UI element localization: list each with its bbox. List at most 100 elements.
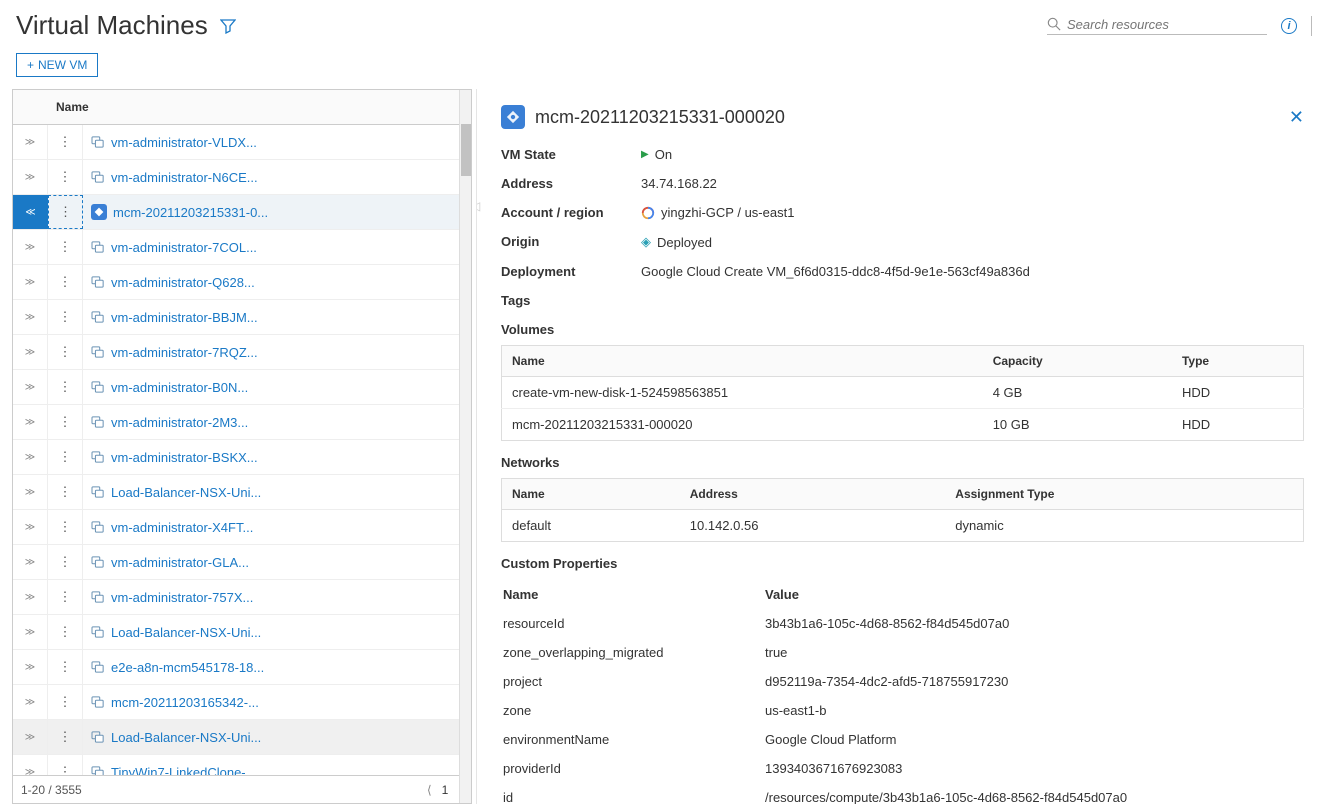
row-name-link[interactable]: vm-administrator-X4FT... — [83, 520, 471, 535]
row-name-link[interactable]: TinyWin7-LinkedClone-... — [83, 765, 471, 776]
row-name-link[interactable]: vm-administrator-GLA... — [83, 555, 471, 570]
table-row[interactable]: ≫ vm-administrator-VLDX... — [13, 125, 471, 160]
expand-toggle[interactable]: ≫ — [13, 650, 48, 684]
row-menu-button[interactable] — [48, 650, 83, 684]
row-name-link[interactable]: vm-administrator-7COL... — [83, 240, 471, 255]
table-row[interactable]: ≪ mcm-20211203215331-0... — [13, 195, 471, 230]
row-menu-button[interactable] — [48, 545, 83, 579]
expand-toggle[interactable]: ≫ — [13, 580, 48, 614]
scrollbar-thumb[interactable] — [461, 124, 471, 176]
row-name-link[interactable]: vm-administrator-7RQZ... — [83, 345, 471, 360]
row-menu-button[interactable] — [48, 510, 83, 544]
row-menu-button[interactable] — [48, 405, 83, 439]
prop-row: zoneus-east1-b — [503, 697, 1302, 724]
close-icon[interactable]: ✕ — [1289, 107, 1304, 128]
row-name-link[interactable]: e2e-a8n-mcm545178-18... — [83, 660, 471, 675]
expand-toggle[interactable]: ≫ — [13, 265, 48, 299]
row-menu-button[interactable] — [48, 685, 83, 719]
table-row[interactable]: ≫ vm-administrator-BSKX... — [13, 440, 471, 475]
row-name-link[interactable]: vm-administrator-BSKX... — [83, 450, 471, 465]
table-row[interactable]: ≫ vm-administrator-GLA... — [13, 545, 471, 580]
table-row[interactable]: ≫ Load-Balancer-NSX-Uni... — [13, 615, 471, 650]
expand-toggle[interactable]: ≫ — [13, 510, 48, 544]
expand-toggle[interactable]: ≫ — [13, 615, 48, 649]
vol-col-type[interactable]: Type — [1172, 346, 1304, 377]
table-row[interactable]: ≫ mcm-20211203165342-... — [13, 685, 471, 720]
table-row[interactable]: ≫ vm-administrator-BBJM... — [13, 300, 471, 335]
row-menu-button[interactable] — [48, 160, 83, 194]
row-menu-button[interactable] — [48, 125, 83, 159]
expand-toggle[interactable]: ≫ — [13, 720, 48, 754]
search-input[interactable] — [1067, 17, 1267, 32]
table-row[interactable]: ≫ TinyWin7-LinkedClone-... — [13, 755, 471, 775]
net-col-address[interactable]: Address — [680, 479, 946, 510]
column-header-name[interactable]: Name — [48, 100, 89, 114]
row-menu-button[interactable] — [48, 580, 83, 614]
row-name-link[interactable]: vm-administrator-N6CE... — [83, 170, 471, 185]
row-menu-button[interactable] — [48, 300, 83, 334]
expand-toggle[interactable]: ≫ — [13, 755, 48, 775]
collapse-handle-icon[interactable]: ◁ — [476, 199, 480, 213]
table-row[interactable]: ≫ vm-administrator-Q628... — [13, 265, 471, 300]
table-row[interactable]: ≫ vm-administrator-7COL... — [13, 230, 471, 265]
row-name-text: vm-administrator-7RQZ... — [111, 345, 258, 360]
expand-toggle[interactable]: ≫ — [13, 370, 48, 404]
table-row[interactable]: ≫ vm-administrator-2M3... — [13, 405, 471, 440]
label-account-region: Account / region — [501, 205, 641, 220]
table-row[interactable]: ≫ vm-administrator-X4FT... — [13, 510, 471, 545]
table-row[interactable]: ≫ vm-administrator-B0N... — [13, 370, 471, 405]
info-icon[interactable]: i — [1281, 18, 1297, 34]
row-menu-button[interactable] — [48, 195, 83, 229]
row-menu-button[interactable] — [48, 265, 83, 299]
vol-col-capacity[interactable]: Capacity — [983, 346, 1172, 377]
pager-prev[interactable]: ⟨ — [427, 783, 432, 797]
table-row[interactable]: ≫ Load-Balancer-NSX-Uni... — [13, 720, 471, 755]
expand-toggle[interactable]: ≫ — [13, 335, 48, 369]
expand-toggle[interactable]: ≫ — [13, 300, 48, 334]
expand-toggle[interactable]: ≫ — [13, 545, 48, 579]
new-vm-button[interactable]: + NEW VM — [16, 53, 98, 77]
row-name-link[interactable]: vm-administrator-VLDX... — [83, 135, 471, 150]
row-name-link[interactable]: vm-administrator-BBJM... — [83, 310, 471, 325]
row-name-link[interactable]: vm-administrator-2M3... — [83, 415, 471, 430]
expand-toggle[interactable]: ≫ — [13, 405, 48, 439]
expand-toggle[interactable]: ≫ — [13, 125, 48, 159]
table-row[interactable]: ≫ vm-administrator-N6CE... — [13, 160, 471, 195]
vm-icon — [91, 276, 105, 288]
kebab-icon — [59, 659, 72, 675]
row-menu-button[interactable] — [48, 720, 83, 754]
expand-toggle[interactable]: ≫ — [13, 440, 48, 474]
net-col-name[interactable]: Name — [502, 479, 680, 510]
table-row[interactable]: ≫ vm-administrator-757X... — [13, 580, 471, 615]
row-name-link[interactable]: vm-administrator-Q628... — [83, 275, 471, 290]
row-menu-button[interactable] — [48, 475, 83, 509]
row-name-link[interactable]: Load-Balancer-NSX-Uni... — [83, 485, 471, 500]
row-menu-button[interactable] — [48, 335, 83, 369]
row-menu-button[interactable] — [48, 615, 83, 649]
row-menu-button[interactable] — [48, 230, 83, 264]
expand-toggle[interactable]: ≫ — [13, 230, 48, 264]
row-name-link[interactable]: vm-administrator-B0N... — [83, 380, 471, 395]
table-row[interactable]: ≫ e2e-a8n-mcm545178-18... — [13, 650, 471, 685]
scrollbar-track[interactable] — [459, 90, 471, 803]
row-name-link[interactable]: vm-administrator-757X... — [83, 590, 471, 605]
row-name-text: Load-Balancer-NSX-Uni... — [111, 730, 261, 745]
expand-toggle[interactable]: ≫ — [13, 475, 48, 509]
row-name-link[interactable]: mcm-20211203215331-0... — [83, 204, 471, 220]
table-row[interactable]: ≫ vm-administrator-7RQZ... — [13, 335, 471, 370]
search-input-wrap[interactable] — [1047, 17, 1267, 35]
row-menu-button[interactable] — [48, 370, 83, 404]
expand-toggle[interactable]: ≫ — [13, 685, 48, 719]
prop-name: providerId — [503, 755, 763, 782]
filter-icon[interactable] — [220, 18, 236, 34]
row-name-link[interactable]: Load-Balancer-NSX-Uni... — [83, 625, 471, 640]
vol-col-name[interactable]: Name — [502, 346, 983, 377]
table-row[interactable]: ≫ Load-Balancer-NSX-Uni... — [13, 475, 471, 510]
row-name-link[interactable]: Load-Balancer-NSX-Uni... — [83, 730, 471, 745]
row-name-link[interactable]: mcm-20211203165342-... — [83, 695, 471, 710]
expand-toggle[interactable]: ≪ — [13, 195, 48, 229]
net-col-assignment[interactable]: Assignment Type — [945, 479, 1303, 510]
row-menu-button[interactable] — [48, 440, 83, 474]
row-menu-button[interactable] — [48, 755, 83, 775]
expand-toggle[interactable]: ≫ — [13, 160, 48, 194]
